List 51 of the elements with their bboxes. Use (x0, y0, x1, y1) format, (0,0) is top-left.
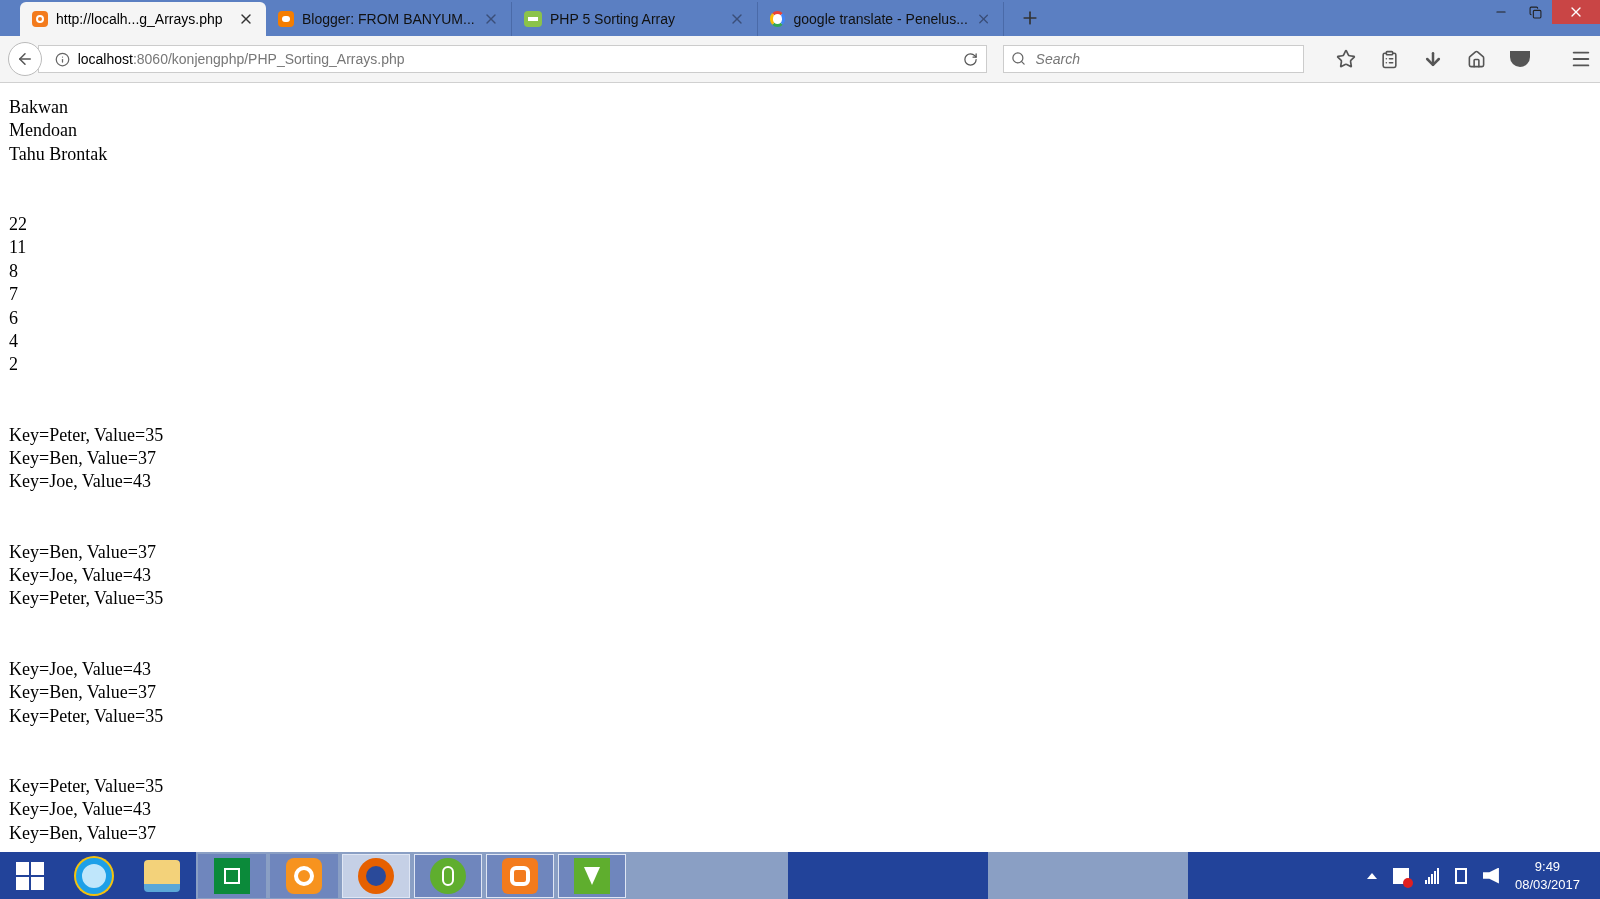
taskbar-app-button[interactable] (198, 853, 266, 898)
clock-time[interactable]: 9:49 (1534, 857, 1561, 876)
output-line: Key=Joe, Value=43 (9, 470, 151, 494)
up-arrow-icon[interactable] (1366, 872, 1377, 879)
restore-icon (1528, 5, 1542, 19)
bookmark-star-icon[interactable] (1336, 49, 1356, 69)
pocket-icon[interactable] (1510, 51, 1530, 67)
browser-tab[interactable]: http://localh...g_Arrays.php (20, 2, 266, 36)
clipboard-list-icon[interactable] (1380, 49, 1399, 69)
info-icon[interactable] (54, 51, 70, 67)
output-line: Key=Peter, Value=35 (9, 423, 164, 447)
output-line: Key=Ben, Value=37 (9, 540, 156, 564)
address-bar[interactable]: localhost:8060/konjengphp/PHP_Sorting_Arrays.php (37, 45, 987, 73)
taskbar-app-button[interactable] (270, 853, 338, 898)
output-line: 4 (9, 330, 18, 354)
clock-date[interactable]: 08/03/2017 (1514, 875, 1580, 894)
output-line: Key=Joe, Value=43 (9, 564, 151, 588)
tab-title: http://localh...g_Arrays.php (56, 9, 224, 29)
output-line: Key=Ben, Value=37 (9, 681, 156, 705)
output-line: Key=Peter, Value=35 (9, 704, 164, 728)
signal-bars-icon[interactable] (1424, 867, 1439, 884)
url-text: localhost:8060/konjengphp/PHP_Sorting_Arrays.php (77, 49, 406, 69)
output-line: Key=Ben, Value=37 (9, 821, 156, 845)
output-line: Key=Peter, Value=35 (9, 774, 164, 798)
output-line: 11 (9, 236, 27, 260)
output-line: 22 (9, 213, 27, 236)
output-line: Key=Joe, Value=43 (9, 657, 151, 681)
output-line: Key=Peter, Value=35 (9, 587, 164, 611)
tab-title: google translate - Penelus... (793, 9, 968, 29)
output-line: 8 (9, 259, 18, 283)
output-line: Bakwan (9, 96, 68, 119)
taskbar-app-button[interactable] (414, 853, 482, 898)
output-line: Mendoan (9, 119, 77, 143)
output-line: 2 (9, 353, 18, 377)
home-icon[interactable] (1467, 49, 1486, 69)
tab-title: PHP 5 Sorting Array (550, 9, 677, 29)
search-field[interactable]: Search (1002, 45, 1304, 73)
reload-icon[interactable] (962, 51, 978, 67)
folder-icon (144, 859, 180, 892)
taskbar-app-button[interactable] (486, 853, 554, 898)
output-line: 7 (9, 283, 18, 307)
tab-title: Blogger: FROM BANYUM... (302, 9, 475, 29)
output-line: Tahu Brontak (9, 142, 108, 166)
taskbar-app-button[interactable] (342, 853, 410, 898)
output-line: Key=Joe, Value=43 (9, 798, 151, 822)
output-line: 6 (9, 306, 18, 330)
download-icon[interactable] (1423, 49, 1443, 69)
back-button[interactable] (8, 42, 42, 76)
output-line: Key=Ben, Value=37 (9, 447, 156, 471)
taskbar-app-button[interactable] (558, 853, 626, 898)
search-icon (1010, 51, 1026, 66)
